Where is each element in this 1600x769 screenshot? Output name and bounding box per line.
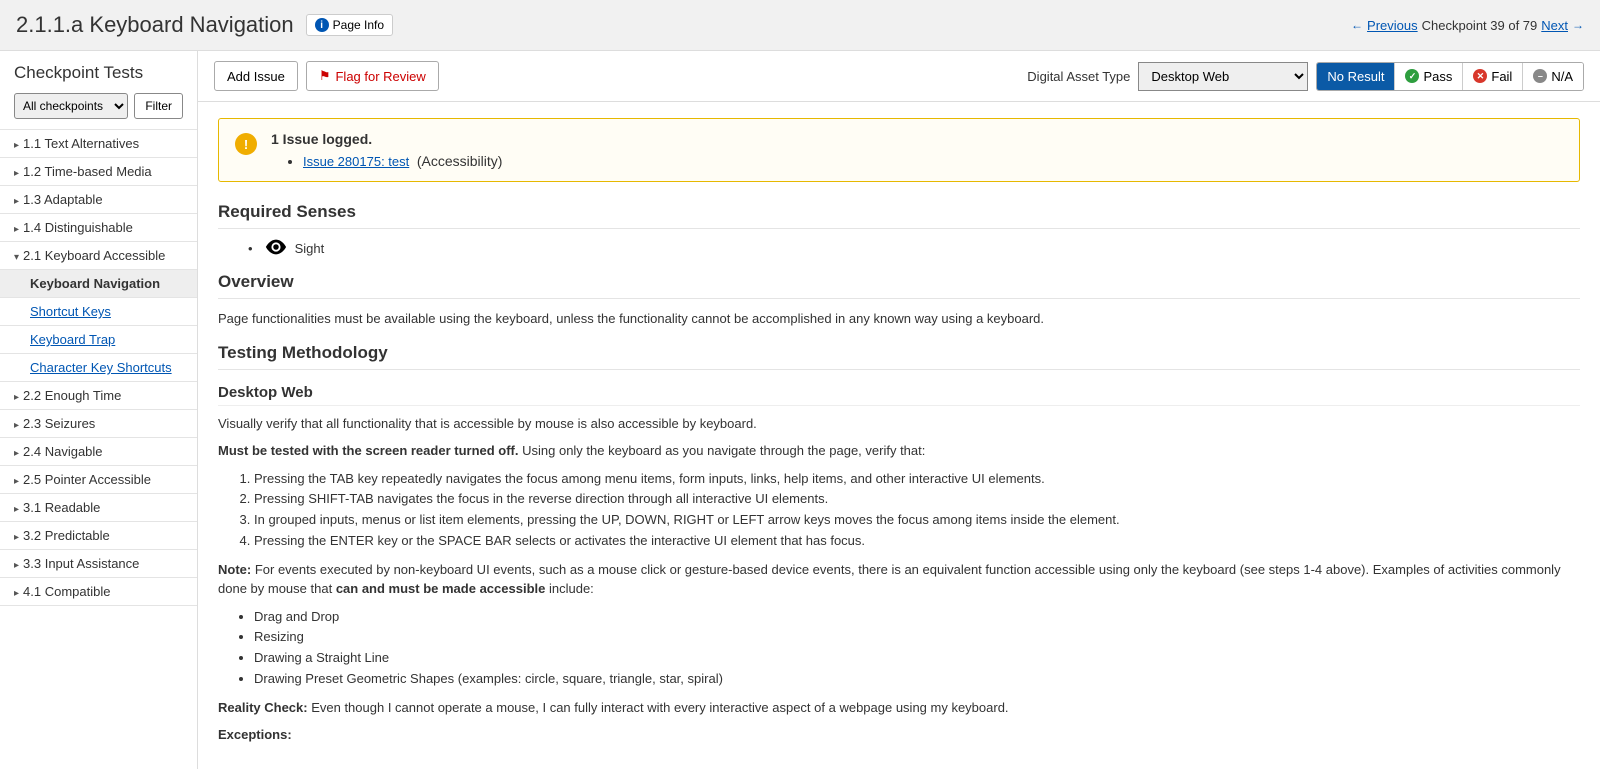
step: Pressing SHIFT-TAB navigates the focus i… [254, 489, 1580, 510]
issue-link[interactable]: Issue 280175: test [303, 154, 409, 169]
minus-icon: – [1533, 69, 1547, 83]
required-senses-heading: Required Senses [218, 202, 1580, 229]
nav-item[interactable]: 1.2 Time-based Media [0, 158, 197, 186]
page-header: 2.1.1.a Keyboard Navigation i Page Info … [0, 0, 1600, 51]
nav-item[interactable]: 1.4 Distinguishable [0, 214, 197, 242]
nav-item[interactable]: 3.2 Predictable [0, 522, 197, 550]
dw-intro: Visually verify that all functionality t… [218, 414, 1580, 434]
nav-item[interactable]: 4.1 Compatible [0, 578, 197, 606]
nav-item[interactable]: 2.4 Navigable [0, 438, 197, 466]
result-no-result[interactable]: No Result [1317, 63, 1395, 90]
activity: Resizing [254, 627, 1580, 648]
checkpoint-nav: 1.1 Text Alternatives 1.2 Time-based Med… [0, 129, 197, 606]
dw-instruction: Must be tested with the screen reader tu… [218, 441, 1580, 461]
check-icon: ✓ [1405, 69, 1419, 83]
position-text: Checkpoint 39 of 79 [1422, 18, 1538, 33]
overview-heading: Overview [218, 272, 1580, 299]
pagination: ← Previous Checkpoint 39 of 79 Next → [1351, 18, 1584, 33]
step: In grouped inputs, menus or list item el… [254, 510, 1580, 531]
filter-button[interactable]: Filter [134, 93, 183, 119]
asset-type-label: Digital Asset Type [1027, 69, 1130, 84]
sub-nav-item[interactable]: Shortcut Keys [0, 298, 197, 326]
activity: Drawing a Straight Line [254, 648, 1580, 669]
flag-icon: ⚑ [319, 68, 331, 84]
result-na[interactable]: –N/A [1523, 63, 1583, 90]
asset-type-select[interactable]: Desktop Web [1138, 62, 1308, 91]
sub-nav-item[interactable]: Keyboard Trap [0, 326, 197, 354]
activities-list: Drag and Drop Resizing Drawing a Straigh… [254, 607, 1580, 690]
toolbar: Add Issue ⚑ Flag for Review Digital Asse… [198, 51, 1600, 102]
next-link[interactable]: Next [1541, 18, 1568, 33]
info-icon: i [315, 18, 329, 32]
result-button-group: No Result ✓Pass ✕Fail –N/A [1316, 62, 1584, 91]
page-title: 2.1.1.a Keyboard Navigation [16, 12, 294, 38]
sub-nav-item-active[interactable]: Keyboard Navigation [0, 270, 197, 298]
activity: Drawing Preset Geometric Shapes (example… [254, 669, 1580, 690]
step: Pressing the ENTER key or the SPACE BAR … [254, 531, 1580, 552]
nav-item[interactable]: 1.1 Text Alternatives [0, 130, 197, 158]
sub-nav-item[interactable]: Character Key Shortcuts [0, 354, 197, 382]
issue-alert: ! 1 Issue logged. Issue 280175: test (Ac… [218, 118, 1580, 182]
warning-icon: ! [235, 133, 257, 155]
result-pass[interactable]: ✓Pass [1395, 63, 1463, 90]
nav-item[interactable]: 2.5 Pointer Accessible [0, 466, 197, 494]
exceptions-heading: Exceptions: [218, 725, 1580, 745]
page-info-label: Page Info [333, 18, 384, 32]
x-icon: ✕ [1473, 69, 1487, 83]
desktop-web-heading: Desktop Web [218, 384, 1580, 406]
issue-category: (Accessibility) [417, 153, 503, 169]
step: Pressing the TAB key repeatedly navigate… [254, 469, 1580, 490]
methodology-heading: Testing Methodology [218, 343, 1580, 370]
nav-item[interactable]: 3.1 Readable [0, 494, 197, 522]
previous-link[interactable]: Previous [1367, 18, 1418, 33]
sidebar-heading: Checkpoint Tests [0, 51, 197, 93]
eye-icon [265, 239, 287, 258]
alert-title: 1 Issue logged. [271, 131, 1563, 147]
sidebar: Checkpoint Tests All checkpoints Filter … [0, 51, 198, 769]
result-fail[interactable]: ✕Fail [1463, 63, 1523, 90]
sense-sight: Sight [248, 239, 1580, 258]
flag-review-button[interactable]: ⚑ Flag for Review [306, 61, 439, 91]
arrow-left-icon: ← [1351, 18, 1363, 32]
main-content: Add Issue ⚑ Flag for Review Digital Asse… [198, 51, 1600, 769]
nav-item[interactable]: 3.3 Input Assistance [0, 550, 197, 578]
activity: Drag and Drop [254, 607, 1580, 628]
add-issue-button[interactable]: Add Issue [214, 61, 298, 91]
checkpoint-filter-select[interactable]: All checkpoints [14, 93, 128, 119]
note-text: Note: For events executed by non-keyboar… [218, 560, 1580, 599]
nav-item[interactable]: 2.2 Enough Time [0, 382, 197, 410]
overview-text: Page functionalities must be available u… [218, 309, 1580, 329]
arrow-right-icon: → [1572, 18, 1584, 32]
nav-item-expanded[interactable]: 2.1 Keyboard Accessible [0, 242, 197, 270]
test-steps: Pressing the TAB key repeatedly navigate… [254, 469, 1580, 552]
reality-check: Reality Check: Even though I cannot oper… [218, 698, 1580, 718]
nav-item[interactable]: 1.3 Adaptable [0, 186, 197, 214]
nav-item[interactable]: 2.3 Seizures [0, 410, 197, 438]
page-info-button[interactable]: i Page Info [306, 14, 393, 36]
